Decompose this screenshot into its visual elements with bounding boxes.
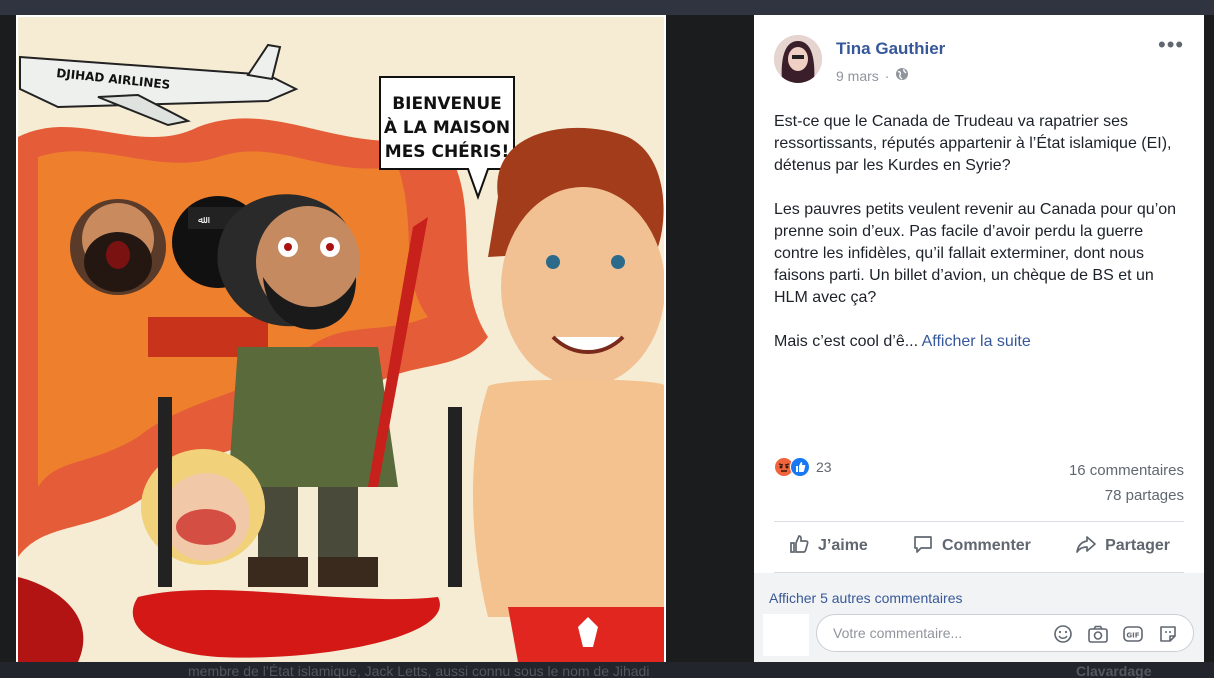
- camera-icon[interactable]: [1087, 624, 1109, 644]
- chat-label[interactable]: Clavardage: [1076, 663, 1151, 678]
- more-options-icon[interactable]: •••: [1158, 34, 1184, 57]
- comment-icon: [912, 533, 934, 560]
- background-page: membre de l’État islamique, Jack Letts, …: [0, 662, 1214, 678]
- like-button[interactable]: J’aime: [774, 533, 882, 560]
- truncated-text: Mais c’est cool d’ê...: [774, 333, 919, 350]
- author-avatar[interactable]: [774, 35, 822, 83]
- share-icon: [1075, 533, 1097, 560]
- underlying-article-text: membre de l’État islamique, Jack Letts, …: [188, 663, 650, 678]
- show-more-comments-link[interactable]: Afficher 5 autres commentaires: [769, 590, 963, 606]
- action-bar: J’aime Commenter Partager: [774, 524, 1184, 568]
- see-more-link[interactable]: Afficher la suite: [922, 333, 1031, 350]
- comment-box: GIF: [816, 614, 1194, 652]
- browser-topbar: [0, 0, 1214, 15]
- gif-icon[interactable]: GIF: [1122, 624, 1144, 644]
- globe-icon[interactable]: [895, 67, 909, 84]
- post-date[interactable]: 9 mars: [836, 68, 879, 84]
- svg-text:GIF: GIF: [1126, 632, 1139, 640]
- comment-button[interactable]: Commenter: [898, 533, 1045, 560]
- reactions-summary[interactable]: 23: [774, 457, 832, 477]
- post-image[interactable]: DJIHAD AIRLINES ﷲ BIENVENUE À LA MAISON …: [16, 15, 666, 664]
- post-panel: Tina Gauthier 9 mars · ••• Est-ce que le…: [754, 15, 1204, 664]
- divider-top: [774, 521, 1184, 522]
- emoji-icon[interactable]: [1052, 624, 1074, 644]
- comments-count[interactable]: 16 commentaires: [1069, 462, 1184, 479]
- comment-input[interactable]: [831, 624, 1035, 642]
- shares-count[interactable]: 78 partages: [1105, 487, 1184, 504]
- reaction-count: 23: [816, 459, 832, 475]
- sticker-icon[interactable]: [1157, 624, 1179, 644]
- share-label: Partager: [1105, 537, 1170, 554]
- shirtless-character: [473, 127, 664, 662]
- post-paragraph-3: Mais c’est cool d’ê... Afficher la suite: [774, 331, 1186, 353]
- like-label: J’aime: [818, 537, 868, 554]
- speech-line-2: À LA MAISON: [384, 116, 510, 138]
- share-button[interactable]: Partager: [1061, 533, 1184, 560]
- cartoon-illustration: DJIHAD AIRLINES ﷲ BIENVENUE À LA MAISON …: [18, 17, 664, 662]
- thumbs-up-icon: [788, 533, 810, 560]
- speech-line-3: MES CHÉRIS!: [385, 140, 509, 162]
- current-user-avatar: [763, 614, 809, 656]
- like-reaction-icon: [790, 457, 810, 477]
- post-meta: 9 mars ·: [836, 67, 909, 84]
- post-paragraph-2: Les pauvres petits veulent revenir au Ca…: [774, 201, 1177, 306]
- avatar-image: [774, 35, 822, 83]
- post-text: Est-ce que le Canada de Trudeau va rapat…: [774, 111, 1186, 375]
- comments-section: Afficher 5 autres commentaires GIF: [754, 573, 1204, 664]
- comment-label: Commenter: [941, 537, 1031, 554]
- speech-line-1: BIENVENUE: [392, 94, 502, 114]
- dot-separator: ·: [884, 67, 890, 84]
- author-name[interactable]: Tina Gauthier: [836, 39, 945, 59]
- post-paragraph-1: Est-ce que le Canada de Trudeau va rapat…: [774, 113, 1172, 174]
- comment-tools: GIF: [1052, 624, 1179, 644]
